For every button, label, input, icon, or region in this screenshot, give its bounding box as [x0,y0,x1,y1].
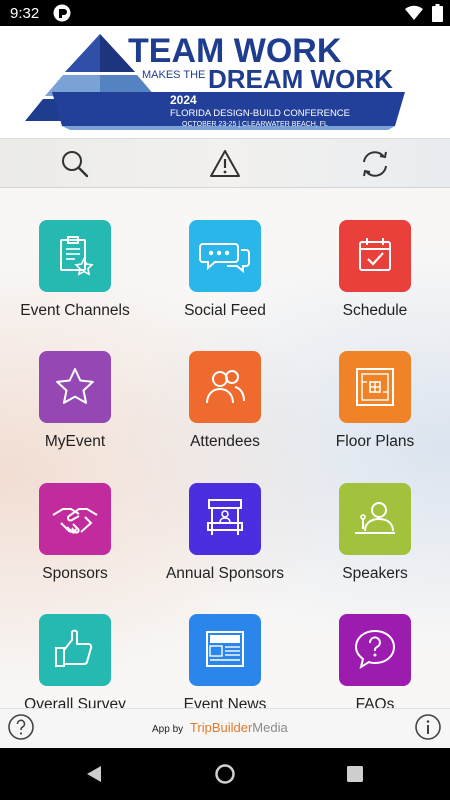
banner-year: 2024 [170,93,197,107]
tile-label: Speakers [342,565,408,582]
tile-overall-survey[interactable]: Overall Survey [0,582,150,708]
banner-conference: FLORIDA DESIGN-BUILD CONFERENCE [170,108,350,119]
floor-plan-icon [339,351,411,423]
speaker-podium-icon [339,483,411,555]
tile-label: FAQs [355,696,395,708]
recents-icon[interactable] [343,762,367,786]
status-bar: 9:32 [0,0,450,26]
banner-line2: DREAM WORK [208,64,393,94]
info-icon[interactable] [414,713,442,741]
back-icon[interactable] [82,762,106,786]
banner-line2-small: MAKES THE [142,69,205,81]
tile-event-channels[interactable]: Event Channels [0,188,150,320]
footer: App by TripBuilderMedia [0,708,450,748]
tile-annual-sponsors[interactable]: Annual Sponsors [150,451,300,583]
tile-label: Schedule [342,302,408,319]
footer-credit[interactable]: App by TripBuilderMedia [152,720,288,735]
tile-label: MyEvent [44,433,106,450]
tile-label: Sponsors [42,565,108,582]
tile-myevent[interactable]: MyEvent [0,319,150,451]
question-bubble-icon [339,614,411,686]
handshake-icon [39,483,111,555]
tile-floor-plans[interactable]: Floor Plans [300,319,450,451]
event-banner: TEAM WORK MAKES THE DREAM WORK 2024 FLOR… [0,26,450,138]
battery-icon [432,4,443,22]
wifi-icon [405,5,423,21]
calendar-check-icon [339,220,411,292]
clipboard-star-icon [39,220,111,292]
home-icon[interactable] [213,762,237,786]
help-icon[interactable] [7,713,35,741]
tile-label: Floor Plans [335,433,415,450]
tile-label: Event News [183,696,267,708]
tile-event-news[interactable]: Event News [150,582,300,708]
tile-faqs[interactable]: FAQs [300,582,450,708]
newspaper-icon [189,614,261,686]
tile-social-feed[interactable]: Social Feed [150,188,300,320]
toolbar [0,138,450,188]
tripbuilder-logo: TripBuilderMedia [190,720,288,735]
thumbs-up-icon [39,614,111,686]
tile-sponsors[interactable]: Sponsors [0,451,150,583]
tile-label: Attendees [190,433,260,450]
alert-triangle-icon[interactable] [208,147,242,181]
event-logo: TEAM WORK MAKES THE DREAM WORK 2024 FLOR… [25,32,405,130]
brand-trip: Trip [189,720,212,735]
tile-label: Overall Survey [24,696,126,708]
credit-prefix: App by [152,724,184,735]
chat-bubbles-icon [189,220,261,292]
brand-media: Media [252,720,288,735]
brand-builder: Builder [211,720,253,735]
tile-speakers[interactable]: Speakers [300,451,450,583]
booth-icon [189,483,261,555]
banner-dates: OCTOBER 23-25 | CLEARWATER BEACH, FL [182,121,328,128]
app-icon [53,4,71,22]
search-icon[interactable] [58,147,92,181]
tile-label: Social Feed [184,302,266,319]
star-icon [39,351,111,423]
status-time: 9:32 [10,5,40,22]
people-icon [189,351,261,423]
android-nav-bar [0,748,450,800]
tile-attendees[interactable]: Attendees [150,319,300,451]
tile-schedule[interactable]: Schedule [300,188,450,320]
menu-grid: Event Channels Social Feed Schedule MyEv… [0,188,450,708]
sync-icon[interactable] [358,147,392,181]
tile-label: Event Channels [20,302,130,319]
tile-label: Annual Sponsors [165,565,285,582]
